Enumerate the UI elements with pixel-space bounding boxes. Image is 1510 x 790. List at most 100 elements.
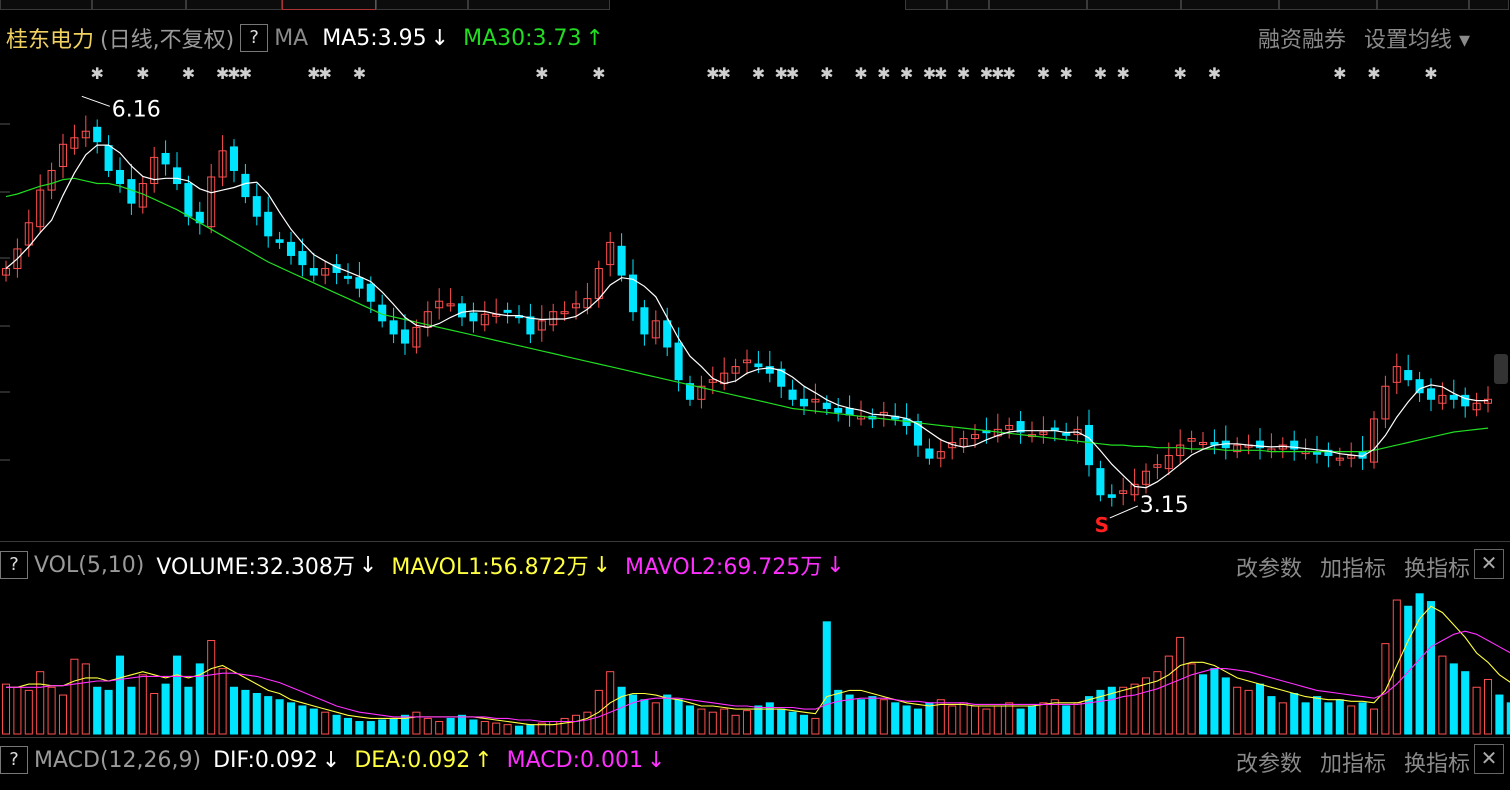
volume-bar bbox=[708, 711, 717, 735]
top-tab[interactable] bbox=[1469, 0, 1509, 10]
volume-switch-indicator-button[interactable]: 换指标 bbox=[1404, 551, 1470, 583]
volume-bar bbox=[104, 689, 113, 735]
top-tab[interactable] bbox=[989, 0, 1087, 10]
info-marker-icon: ✱ bbox=[877, 64, 890, 83]
volume-bar bbox=[913, 708, 923, 735]
volume-panel-header: ? VOL(5,10) VOLUME:32.308万 ↓ MAVOL1:56.8… bbox=[0, 547, 851, 583]
top-tab[interactable] bbox=[1377, 0, 1469, 10]
volume-bar bbox=[777, 708, 786, 735]
volume-bar bbox=[1119, 686, 1128, 735]
volume-bar bbox=[93, 686, 102, 735]
top-tab[interactable] bbox=[1087, 0, 1181, 10]
top-tab-active[interactable] bbox=[282, 0, 376, 10]
candle-body bbox=[754, 363, 763, 368]
volume-bar bbox=[1324, 702, 1333, 735]
volume-bar bbox=[628, 694, 638, 735]
volume-bar bbox=[799, 714, 809, 735]
top-tab[interactable] bbox=[947, 0, 989, 10]
volume-bar bbox=[1449, 663, 1458, 735]
set-ma-button[interactable]: 设置均线 ▾ bbox=[1364, 22, 1470, 54]
info-marker-icon: ✱ bbox=[239, 64, 252, 83]
candlestick-chart[interactable]: ✱ ✱ ✱ ✱✱✱ ✱✱ ✱ ✱ ✱ ✱✱ ✱ ✱✱ ✱ ✱ ✱ ✱ ✱✱ ✱ ✱✱✱ ✱ ✱ ✱ ✱ ✱ ✱ ✱ ✱ ✱6.163… bbox=[0, 62, 1510, 540]
volume-bar bbox=[879, 699, 888, 735]
macd-switch-indicator-button[interactable]: 换指标 bbox=[1404, 746, 1470, 778]
volume-bar bbox=[81, 663, 90, 735]
volume-bar bbox=[503, 724, 512, 735]
volume-title: VOL(5,10) bbox=[34, 552, 145, 578]
dif-value: DIF:0.092 bbox=[213, 747, 318, 773]
top-tab[interactable] bbox=[905, 0, 947, 10]
panel-divider bbox=[0, 737, 1510, 738]
volume-bar bbox=[264, 696, 273, 735]
candle-body bbox=[1107, 494, 1116, 498]
info-marker-icon: ✱ bbox=[1116, 64, 1129, 83]
volume-bar bbox=[161, 683, 170, 735]
volume-bar bbox=[1244, 689, 1253, 735]
candle-body bbox=[1449, 394, 1458, 400]
volume-bar bbox=[47, 686, 56, 735]
candle-body bbox=[161, 152, 170, 165]
volume-bar bbox=[1392, 599, 1401, 735]
top-tab[interactable] bbox=[0, 0, 92, 10]
volume-bar bbox=[526, 724, 535, 735]
volume-bar bbox=[172, 655, 182, 735]
volume-bar bbox=[902, 705, 911, 735]
info-marker-icon: ✱ bbox=[957, 64, 970, 83]
dea-arrow-icon: ↑ bbox=[474, 747, 493, 773]
candle-body bbox=[526, 316, 535, 335]
candle-body bbox=[845, 407, 854, 416]
volume-bar bbox=[150, 692, 159, 735]
info-marker-icon: ✱ bbox=[900, 64, 913, 83]
margin-trading-button[interactable]: 融资融券 bbox=[1258, 22, 1346, 54]
candle-body bbox=[104, 145, 113, 171]
volume-bar bbox=[845, 694, 854, 735]
top-tab[interactable] bbox=[376, 0, 468, 10]
top-tab[interactable] bbox=[92, 0, 186, 10]
macd-close-icon[interactable]: ✕ bbox=[1474, 744, 1504, 774]
volume-add-indicator-button[interactable]: 加指标 bbox=[1320, 551, 1386, 583]
volume-bar bbox=[13, 686, 22, 735]
volume-tools: 改参数 加指标 换指标 bbox=[1236, 551, 1470, 583]
volume-bar bbox=[1141, 677, 1151, 735]
panel-divider bbox=[0, 541, 1510, 542]
volume-chart[interactable] bbox=[0, 584, 1510, 736]
volume-bar bbox=[1461, 671, 1470, 735]
macd-add-indicator-button[interactable]: 加指标 bbox=[1320, 746, 1386, 778]
candle-body bbox=[1404, 370, 1413, 381]
info-marker-icon: ✱ bbox=[136, 64, 149, 83]
macd-tools: 改参数 加指标 换指标 bbox=[1236, 746, 1470, 778]
info-marker-icon: ✱ bbox=[717, 64, 730, 83]
mavol1-value: MAVOL1:56.872万 bbox=[391, 555, 589, 580]
top-tab[interactable] bbox=[1181, 0, 1279, 10]
top-tab[interactable] bbox=[186, 0, 282, 10]
volume-bar bbox=[1, 683, 11, 735]
help-button[interactable]: ? bbox=[240, 24, 269, 52]
volume-bar bbox=[1404, 605, 1413, 735]
volume-bar bbox=[788, 711, 797, 735]
volume-bar bbox=[925, 702, 934, 735]
volume-edit-params-button[interactable]: 改参数 bbox=[1236, 551, 1302, 583]
top-tab[interactable] bbox=[468, 0, 610, 10]
candle-body bbox=[640, 307, 649, 335]
top-tab[interactable] bbox=[1279, 0, 1377, 10]
volume-bar bbox=[560, 717, 569, 735]
candle-body bbox=[457, 303, 467, 318]
stock-name[interactable]: 桂东电力 bbox=[6, 22, 94, 54]
candle-body bbox=[286, 241, 296, 256]
macd-help-button[interactable]: ? bbox=[0, 746, 28, 774]
macd-edit-params-button[interactable]: 改参数 bbox=[1236, 746, 1302, 778]
volume-bar bbox=[674, 699, 683, 735]
candle-body bbox=[172, 167, 182, 185]
volume-close-icon[interactable]: ✕ bbox=[1474, 549, 1504, 579]
volume-help-button[interactable]: ? bbox=[0, 551, 28, 579]
volume-bar bbox=[1221, 677, 1230, 735]
volume-bar bbox=[70, 658, 79, 735]
volume-bar bbox=[754, 705, 763, 735]
volume-bar bbox=[651, 702, 660, 735]
candle-body bbox=[298, 251, 307, 266]
candle-body bbox=[913, 421, 923, 446]
volume-bar bbox=[115, 655, 125, 735]
high-pointer bbox=[81, 95, 110, 107]
volume-bar bbox=[36, 671, 45, 735]
candle-body bbox=[229, 146, 239, 171]
